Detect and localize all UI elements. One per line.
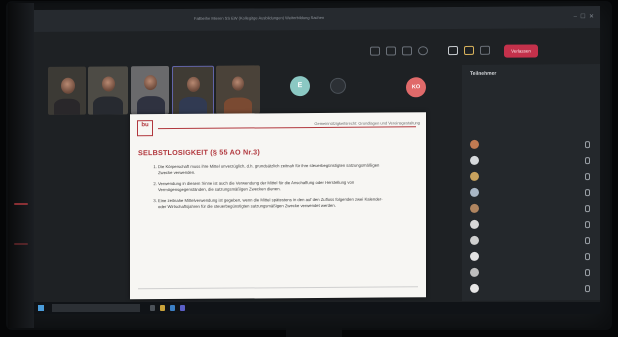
shared-presentation-slide: bu Gemeinnützigkeitsrecht: Grundlagen un… — [130, 112, 426, 300]
window-title: Fallbeihe Mieren SS EW (Kollegitge Ausbi… — [194, 14, 325, 21]
microphone-icon — [585, 157, 590, 165]
windows-start-icon[interactable] — [38, 305, 44, 311]
microphone-icon — [585, 141, 590, 149]
windows-taskbar — [34, 302, 600, 314]
task-view-icon[interactable] — [150, 305, 155, 311]
participant-row[interactable] — [470, 155, 590, 168]
video-tile[interactable] — [131, 66, 169, 115]
list-item: Die Körperschaft muss ihre Mittel unverz… — [158, 163, 383, 177]
teams-icon[interactable] — [180, 305, 185, 311]
share-screen-icon[interactable] — [402, 46, 412, 56]
participant-name — [483, 140, 578, 141]
avatar — [470, 267, 479, 277]
participant-row[interactable] — [470, 251, 590, 264]
panel-title: Teilnehmer — [470, 70, 497, 77]
avatar — [470, 283, 479, 293]
microphone-icon — [585, 189, 590, 197]
video-tile[interactable] — [88, 66, 128, 115]
divider — [138, 286, 418, 290]
participant-search-input[interactable] — [472, 86, 582, 95]
participant-row[interactable] — [470, 267, 590, 280]
video-tile[interactable] — [48, 66, 86, 115]
leave-button[interactable]: Verlassen — [504, 44, 538, 58]
camera-icon[interactable] — [370, 46, 380, 56]
slide-list: Die Körperschaft muss ihre Mittel unverz… — [144, 163, 383, 216]
participant-row[interactable] — [470, 219, 590, 232]
participant-row[interactable] — [470, 235, 590, 248]
window-controls[interactable]: – ☐ ✕ — [574, 13, 594, 20]
participant-avatar[interactable]: KO — [406, 77, 426, 98]
participant-avatar[interactable]: E — [290, 76, 310, 97]
avatar — [470, 235, 479, 245]
raise-hand-icon[interactable] — [480, 45, 490, 55]
teams-window: Fallbeihe Mieren SS EW (Kollegitge Ausbi… — [34, 6, 600, 310]
avatar — [470, 139, 479, 149]
avatar — [470, 187, 479, 197]
list-item: Verwendung in diesem Sinne ist auch die … — [158, 180, 383, 194]
chat-icon[interactable] — [464, 45, 474, 55]
participant-name — [483, 188, 578, 189]
participant-row[interactable] — [470, 139, 590, 152]
participant-row[interactable] — [470, 187, 590, 200]
microphone-icon[interactable] — [386, 46, 396, 56]
participant-name — [483, 284, 578, 285]
reflection-light — [14, 243, 28, 245]
browser-icon[interactable] — [170, 305, 175, 311]
microphone-icon — [585, 205, 590, 213]
avatar — [470, 219, 479, 229]
participant-name — [483, 156, 578, 157]
participants-icon[interactable] — [448, 46, 458, 56]
divider — [158, 126, 416, 130]
participant-row[interactable] — [470, 283, 590, 296]
monitor-bezel — [8, 3, 34, 328]
microphone-icon — [585, 269, 590, 277]
participant-name — [483, 236, 578, 237]
avatar — [470, 251, 479, 261]
participants-panel: Teilnehmer — [462, 64, 600, 301]
logo: bu — [137, 120, 153, 137]
window-titlebar: Fallbeihe Mieren SS EW (Kollegitge Ausbi… — [34, 6, 600, 32]
microphone-icon — [585, 221, 590, 229]
microphone-icon — [585, 285, 590, 293]
participant-name — [483, 268, 578, 269]
avatar — [470, 171, 479, 181]
participant-avatar-placeholder[interactable] — [330, 77, 346, 94]
reflection-light — [14, 203, 28, 205]
participant-name — [483, 252, 578, 253]
microphone-icon — [585, 253, 590, 261]
list-item: Eine zeitnahe Mittelverwendung ist gegeb… — [158, 197, 383, 211]
participant-row[interactable] — [470, 203, 590, 216]
video-tile[interactable] — [216, 65, 260, 114]
monitor-stand — [286, 328, 342, 337]
taskbar-search-input[interactable] — [52, 304, 140, 312]
video-tile[interactable] — [172, 65, 214, 117]
file-explorer-icon[interactable] — [160, 305, 165, 311]
participant-name — [483, 220, 578, 221]
avatar — [470, 155, 479, 165]
microphone-icon — [585, 173, 590, 181]
avatar — [470, 203, 479, 213]
slide-heading: SELBSTLOSIGKEIT (§ 55 AO Nr.3) — [138, 147, 260, 158]
participant-row[interactable] — [470, 171, 590, 184]
microphone-icon — [585, 237, 590, 245]
more-options-icon[interactable] — [418, 46, 428, 56]
participant-name — [483, 172, 578, 173]
participant-name — [483, 204, 578, 205]
